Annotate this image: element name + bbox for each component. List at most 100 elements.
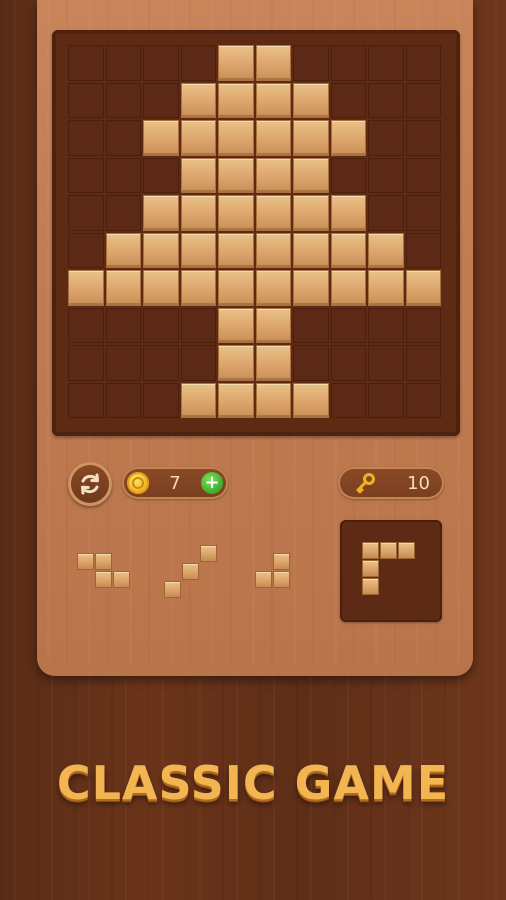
board-block[interactable]: [293, 382, 329, 418]
board-cell[interactable]: [405, 382, 441, 418]
board-cell[interactable]: [293, 45, 329, 81]
board-cell[interactable]: [143, 45, 179, 81]
board-cell[interactable]: [143, 82, 179, 118]
board-cell[interactable]: [405, 345, 441, 381]
board-block[interactable]: [180, 382, 216, 418]
board-cell[interactable]: [330, 382, 366, 418]
board-block[interactable]: [255, 270, 291, 306]
board-cell[interactable]: [105, 157, 141, 193]
board-cell[interactable]: [143, 157, 179, 193]
board-cell[interactable]: [330, 82, 366, 118]
board-cell[interactable]: [405, 82, 441, 118]
board-block[interactable]: [293, 232, 329, 268]
board-block[interactable]: [105, 270, 141, 306]
board-block[interactable]: [405, 270, 441, 306]
board-cell[interactable]: [143, 345, 179, 381]
board-block[interactable]: [330, 270, 366, 306]
board-cell[interactable]: [68, 345, 104, 381]
board-block[interactable]: [293, 270, 329, 306]
board-cell[interactable]: [68, 45, 104, 81]
board-cell[interactable]: [405, 232, 441, 268]
board-cell[interactable]: [105, 45, 141, 81]
board-block[interactable]: [293, 157, 329, 193]
board-block[interactable]: [180, 120, 216, 156]
board-cell[interactable]: [143, 307, 179, 343]
board-cell[interactable]: [368, 157, 404, 193]
board-cell[interactable]: [368, 45, 404, 81]
board-block[interactable]: [218, 345, 254, 381]
board-cell[interactable]: [143, 382, 179, 418]
board-cell[interactable]: [330, 345, 366, 381]
board-cell[interactable]: [293, 307, 329, 343]
board-block[interactable]: [143, 232, 179, 268]
board-cell[interactable]: [68, 195, 104, 231]
next-piece[interactable]: [362, 542, 422, 602]
board-block[interactable]: [255, 195, 291, 231]
board-block[interactable]: [255, 120, 291, 156]
board-block[interactable]: [180, 232, 216, 268]
board-block[interactable]: [180, 157, 216, 193]
board-cell[interactable]: [68, 157, 104, 193]
board-cell[interactable]: [405, 45, 441, 81]
board-block[interactable]: [218, 270, 254, 306]
board-cell[interactable]: [105, 382, 141, 418]
board-cell[interactable]: [368, 382, 404, 418]
board-block[interactable]: [180, 82, 216, 118]
board-block[interactable]: [255, 232, 291, 268]
board-block[interactable]: [368, 232, 404, 268]
board-block[interactable]: [143, 195, 179, 231]
board-cell[interactable]: [368, 345, 404, 381]
board-block[interactable]: [180, 195, 216, 231]
piece-2[interactable]: [164, 545, 218, 601]
board-block[interactable]: [330, 195, 366, 231]
board-cell[interactable]: [330, 307, 366, 343]
board-block[interactable]: [105, 232, 141, 268]
add-coins-button[interactable]: +: [201, 472, 223, 494]
piece-3[interactable]: [255, 553, 295, 593]
board-cell[interactable]: [105, 120, 141, 156]
board-cell[interactable]: [368, 120, 404, 156]
board-cell[interactable]: [405, 195, 441, 231]
board-cell[interactable]: [368, 82, 404, 118]
board-block[interactable]: [255, 157, 291, 193]
board-block[interactable]: [218, 307, 254, 343]
board-cell[interactable]: [68, 382, 104, 418]
board-block[interactable]: [143, 270, 179, 306]
board-cell[interactable]: [68, 82, 104, 118]
board-cell[interactable]: [368, 195, 404, 231]
refresh-button[interactable]: [68, 462, 112, 506]
board-cell[interactable]: [330, 157, 366, 193]
board-cell[interactable]: [105, 307, 141, 343]
board-block[interactable]: [143, 120, 179, 156]
game-board[interactable]: [68, 45, 443, 420]
board-block[interactable]: [68, 270, 104, 306]
board-cell[interactable]: [368, 307, 404, 343]
board-block[interactable]: [218, 382, 254, 418]
board-block[interactable]: [293, 195, 329, 231]
board-block[interactable]: [180, 270, 216, 306]
board-block[interactable]: [218, 157, 254, 193]
board-cell[interactable]: [180, 345, 216, 381]
board-cell[interactable]: [180, 45, 216, 81]
board-cell[interactable]: [105, 345, 141, 381]
board-block[interactable]: [218, 232, 254, 268]
board-block[interactable]: [368, 270, 404, 306]
board-cell[interactable]: [405, 120, 441, 156]
board-cell[interactable]: [68, 307, 104, 343]
board-cell[interactable]: [405, 307, 441, 343]
board-block[interactable]: [218, 82, 254, 118]
board-block[interactable]: [330, 120, 366, 156]
board-block[interactable]: [255, 45, 291, 81]
board-cell[interactable]: [68, 120, 104, 156]
board-block[interactable]: [218, 120, 254, 156]
board-block[interactable]: [330, 232, 366, 268]
board-block[interactable]: [255, 307, 291, 343]
board-block[interactable]: [255, 382, 291, 418]
piece-1[interactable]: [77, 553, 131, 593]
board-cell[interactable]: [180, 307, 216, 343]
board-block[interactable]: [293, 82, 329, 118]
board-block[interactable]: [293, 120, 329, 156]
board-block[interactable]: [218, 195, 254, 231]
board-cell[interactable]: [68, 232, 104, 268]
board-cell[interactable]: [330, 45, 366, 81]
